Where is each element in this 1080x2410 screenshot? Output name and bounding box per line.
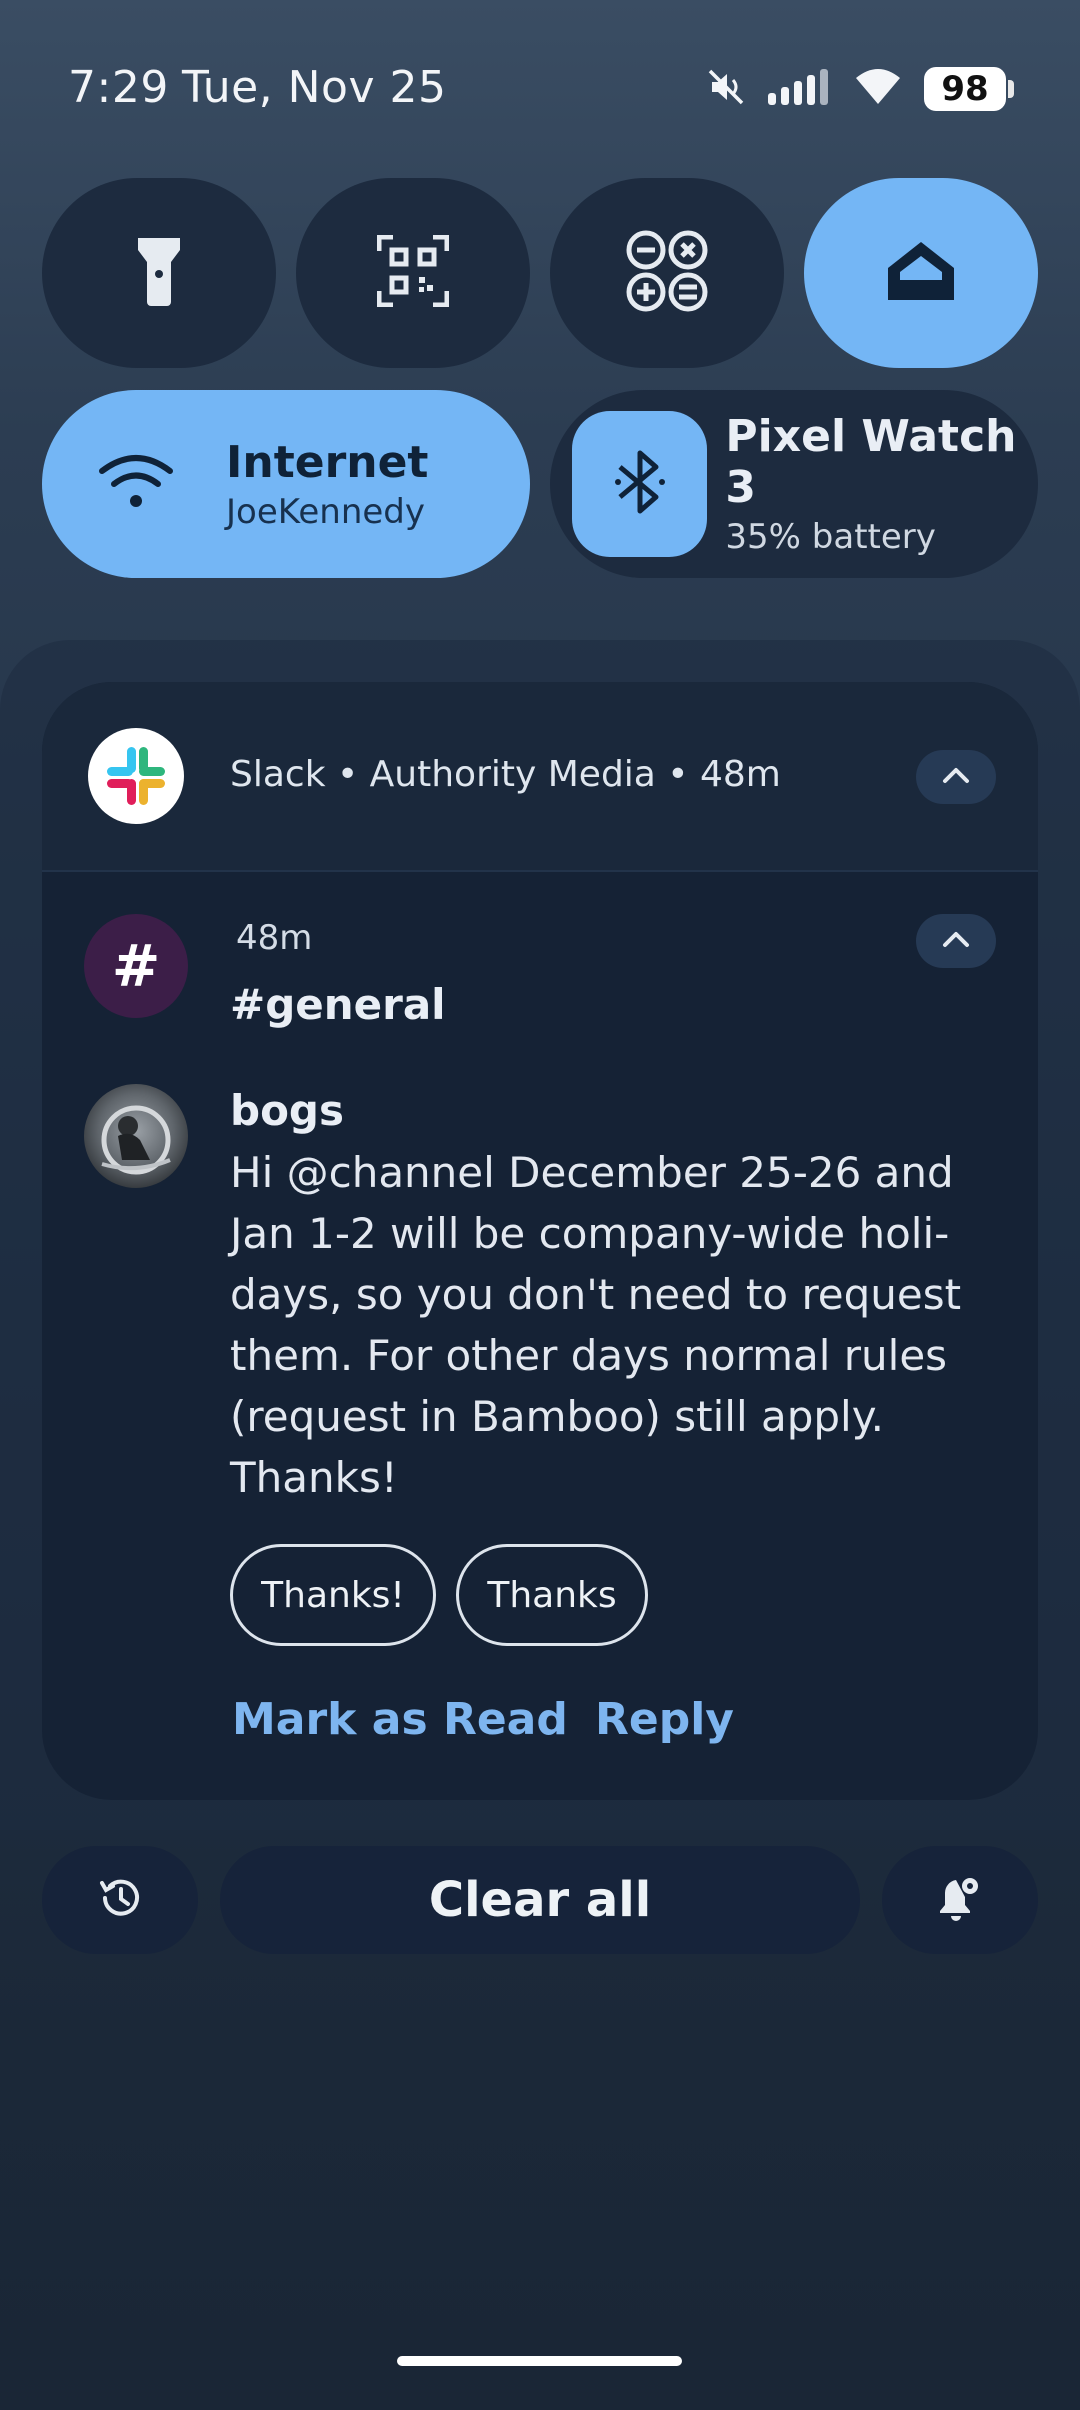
qr-scanner-tile[interactable] (296, 178, 530, 368)
message-line: Jan 1-2 will be company-wide holi- (230, 1209, 950, 1258)
wifi-icon (854, 68, 902, 110)
mute-vibrate-icon (706, 67, 746, 111)
smart-reply-thanks[interactable]: Thanks (456, 1544, 648, 1646)
mark-as-read-button[interactable]: Mark as Read (232, 1694, 568, 1745)
notification-settings-button[interactable] (882, 1846, 1038, 1954)
collapse-group-button[interactable] (916, 750, 996, 804)
history-icon (97, 1875, 143, 1925)
message-line: Thanks! (230, 1453, 398, 1502)
calculator-icon (626, 230, 708, 316)
notification-source: Slack • Authority Media • 48m (230, 754, 781, 795)
message-body: Hi @channel December 25-26 and Jan 1-2 w… (230, 1142, 970, 1508)
divider (42, 870, 1038, 872)
collapse-message-button[interactable] (916, 914, 996, 968)
pixel-watch-text: Pixel Watch 3 35% battery (725, 411, 1038, 557)
device-battery: 35% battery (725, 517, 936, 557)
sender-avatar (84, 1084, 188, 1188)
home-gesture-bar[interactable] (397, 2356, 682, 2366)
notification-settings-icon (937, 1874, 983, 1926)
message-line: them. For other days normal rules (230, 1331, 948, 1380)
clear-all-button[interactable]: Clear all (220, 1846, 860, 1954)
home-icon (886, 240, 956, 306)
chevron-up-icon (942, 930, 970, 952)
calculator-tile[interactable] (550, 178, 784, 368)
channel-avatar: # (84, 914, 188, 1018)
sender-name: bogs (230, 1086, 344, 1135)
message-line: (request in Bamboo) still apply. (230, 1392, 884, 1441)
bluetooth-toggle[interactable] (572, 411, 708, 557)
pixel-watch-tile[interactable]: Pixel Watch 3 35% battery (550, 390, 1038, 578)
internet-title: Internet (226, 436, 429, 488)
notification-history-button[interactable] (42, 1846, 198, 1954)
message-line: days, so you don't need to request (230, 1270, 962, 1319)
internet-tile[interactable]: Internet JoeKennedy (42, 390, 530, 578)
smart-reply-thanks-exclaim[interactable]: Thanks! (230, 1544, 436, 1646)
clear-all-label: Clear all (428, 1872, 652, 1928)
reply-button[interactable]: Reply (595, 1694, 734, 1745)
battery-indicator: 98 (924, 67, 1014, 111)
channel-name: #general (230, 980, 446, 1029)
device-name: Pixel Watch 3 (725, 411, 1017, 513)
status-icons: 98 (706, 64, 1014, 114)
wifi-icon (98, 453, 174, 515)
cell-signal-icon (768, 69, 832, 109)
qr-scanner-icon (376, 234, 450, 311)
status-time: 7:29 (68, 62, 169, 113)
flashlight-icon (134, 234, 184, 312)
message-line: Hi @channel December 25-26 and (230, 1148, 954, 1197)
battery-level: 98 (941, 69, 989, 109)
internet-network: JoeKennedy (226, 491, 425, 532)
internet-tile-text: Internet JoeKennedy (226, 437, 428, 532)
bluetooth-icon (612, 447, 668, 521)
status-date: Tue, Nov 25 (182, 62, 447, 113)
slack-notification[interactable]: Slack • Authority Media • 48m # 48m #gen… (42, 682, 1038, 1800)
home-controls-tile[interactable] (804, 178, 1038, 368)
flashlight-tile[interactable] (42, 178, 276, 368)
slack-app-icon (88, 728, 184, 824)
chevron-up-icon (942, 766, 970, 788)
message-time: 48m (236, 918, 313, 958)
